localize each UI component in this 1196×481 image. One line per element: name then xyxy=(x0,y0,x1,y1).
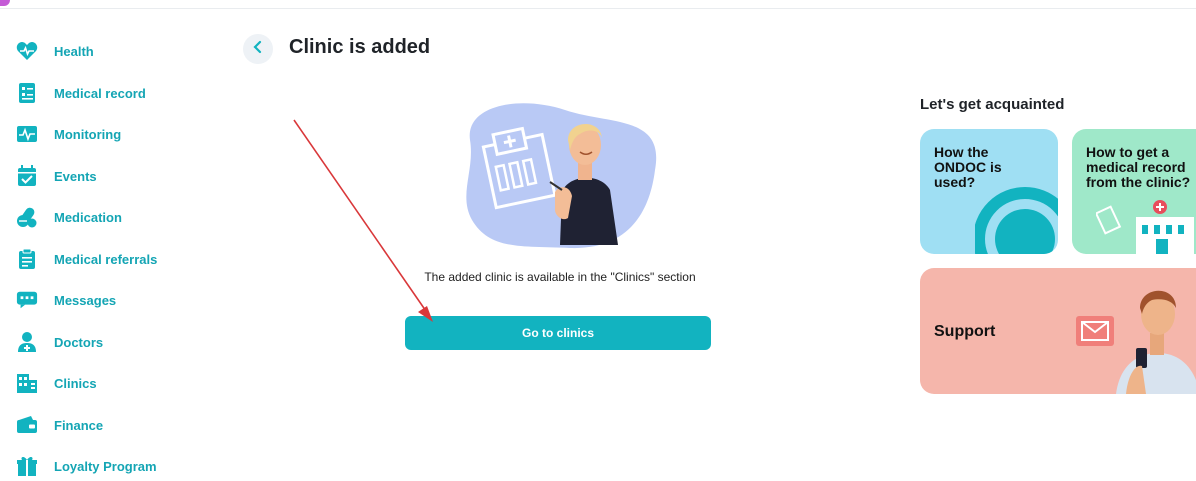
sidebar-item-health[interactable]: Health xyxy=(16,36,94,66)
circle-graphic xyxy=(975,187,1058,254)
card-medical-record-from-clinic[interactable]: How to get a medical record from the cli… xyxy=(1072,129,1196,254)
sidebar-item-medication[interactable]: Medication xyxy=(16,202,122,232)
go-to-clinics-button[interactable]: Go to clinics xyxy=(405,316,711,350)
chat-icon xyxy=(16,289,38,311)
sidebar-item-label: Medication xyxy=(54,209,122,225)
sidebar-item-finance[interactable]: Finance xyxy=(16,410,103,440)
sidebar-item-label: Finance xyxy=(54,417,104,433)
top-divider xyxy=(0,8,1196,9)
support-graphic xyxy=(1076,290,1196,394)
sidebar-item-doctors[interactable]: Doctors xyxy=(16,327,103,357)
sidebar-item-label: Medical referrals xyxy=(54,251,158,267)
doctor-icon xyxy=(16,331,38,353)
info-text: The added clinic is available in the "Cl… xyxy=(424,270,696,284)
sidebar-item-label: Health xyxy=(54,43,94,59)
section-title: Let's get acquainted xyxy=(920,96,1065,113)
sidebar-item-label: Loyalty Program xyxy=(54,458,157,474)
logo-fragment xyxy=(0,0,10,6)
medical-record-icon xyxy=(16,82,38,104)
page-title: Clinic is added xyxy=(289,36,431,58)
wallet-icon xyxy=(16,414,38,436)
sidebar-item-clinics[interactable]: Clinics xyxy=(16,368,97,398)
card-text: How to get a medical record from the cli… xyxy=(1086,144,1191,190)
sidebar-item-label: Medical record xyxy=(54,85,146,101)
sidebar-item-messages[interactable]: Messages xyxy=(16,285,116,315)
sidebar-item-label: Doctors xyxy=(54,334,104,350)
back-button[interactable] xyxy=(243,34,273,64)
clipboard-icon xyxy=(16,248,38,270)
card-text: Support xyxy=(934,323,996,340)
sidebar-item-label: Clinics xyxy=(54,375,97,391)
sidebar-item-label: Monitoring xyxy=(54,126,122,142)
sidebar-item-medical-referrals[interactable]: Medical referrals xyxy=(16,244,157,274)
monitoring-icon xyxy=(16,123,38,145)
calendar-icon xyxy=(16,165,38,187)
sidebar-item-events[interactable]: Events xyxy=(16,161,97,191)
pills-icon xyxy=(16,206,38,228)
sidebar-item-loyalty-program[interactable]: Loyalty Program xyxy=(16,451,157,481)
card-how-ondoc-is-used[interactable]: How the ONDOC is used? xyxy=(920,129,1058,254)
sidebar-item-label: Events xyxy=(54,168,97,184)
sidebar-item-medical-record[interactable]: Medical record xyxy=(16,78,146,108)
sidebar-item-label: Messages xyxy=(54,292,117,308)
card-support[interactable]: Support xyxy=(920,268,1196,394)
clinic-added-illustration xyxy=(466,103,657,249)
annotation-arrow xyxy=(293,119,433,322)
heart-icon xyxy=(16,40,38,62)
clinic-graphic xyxy=(1096,200,1194,254)
building-icon xyxy=(16,372,38,394)
sidebar-item-monitoring[interactable]: Monitoring xyxy=(16,119,121,149)
chevron-left-icon xyxy=(253,40,263,59)
